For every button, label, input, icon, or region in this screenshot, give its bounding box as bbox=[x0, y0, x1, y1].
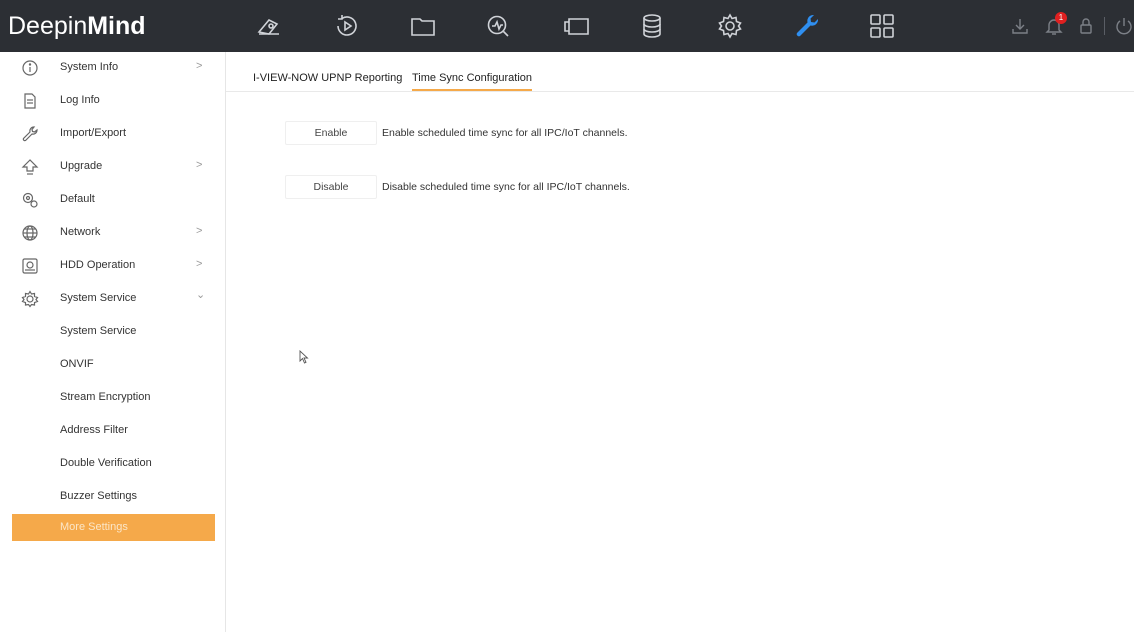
chevron-right-icon: > bbox=[196, 60, 203, 72]
download-icon[interactable] bbox=[1010, 16, 1030, 36]
grid-icon[interactable] bbox=[868, 12, 896, 40]
sidebar-subitem-more-settings[interactable]: More Settings bbox=[12, 514, 215, 541]
log-icon bbox=[21, 92, 39, 110]
hdd-icon bbox=[21, 257, 39, 275]
sidebar-subitem-label: Buzzer Settings bbox=[60, 490, 138, 502]
alarm-count-badge: 1 bbox=[1055, 12, 1067, 24]
tab-time-sync-configuration[interactable]: Time Sync Configuration bbox=[412, 72, 533, 91]
lock-icon[interactable] bbox=[1076, 16, 1096, 36]
sidebar-item-label: Log Info bbox=[60, 94, 100, 106]
enable-button[interactable]: Enable bbox=[285, 121, 377, 145]
sidebar-item-label: Network bbox=[60, 226, 101, 238]
sidebar-item-label: Import/Export bbox=[60, 127, 127, 139]
disable-description: Disable scheduled time sync for all IPC/… bbox=[382, 181, 630, 193]
system-service-icon bbox=[21, 290, 39, 308]
sidebar-item-hdd-operation[interactable]: HDD Operation > bbox=[0, 250, 226, 283]
sidebar-subitem-system-service[interactable]: System Service bbox=[0, 316, 226, 349]
sidebar-subitem-label: More Settings bbox=[60, 521, 128, 533]
maintenance-wrench-icon[interactable] bbox=[793, 12, 821, 40]
enable-description: Enable scheduled time sync for all IPC/I… bbox=[382, 127, 628, 139]
tab-bar: I-VIEW-NOW UPNP Reporting Time Sync Conf… bbox=[226, 52, 1134, 92]
sidebar-item-log-info[interactable]: Log Info bbox=[0, 85, 226, 118]
sidebar-item-label: HDD Operation bbox=[60, 259, 136, 271]
power-icon[interactable] bbox=[1114, 16, 1134, 36]
live-view-icon[interactable] bbox=[255, 12, 283, 40]
sidebar-item-network[interactable]: Network > bbox=[0, 217, 226, 250]
chevron-right-icon: > bbox=[196, 258, 203, 270]
sidebar-subitem-label: Stream Encryption bbox=[60, 391, 151, 403]
wrench-icon bbox=[21, 125, 39, 143]
smart-analysis-icon[interactable] bbox=[484, 12, 512, 40]
sidebar-item-system-info[interactable]: System Info > bbox=[0, 52, 226, 85]
sidebar-item-label: Default bbox=[60, 193, 95, 205]
sidebar-subitem-label: ONVIF bbox=[60, 358, 94, 370]
topbar-divider bbox=[1104, 17, 1105, 35]
sidebar-subitem-label: Address Filter bbox=[60, 424, 128, 436]
sidebar-item-default[interactable]: Default bbox=[0, 184, 226, 217]
file-icon[interactable] bbox=[409, 12, 437, 40]
sidebar-subitem-buzzer-settings[interactable]: Buzzer Settings bbox=[0, 481, 226, 514]
top-bar: DeepinMind 1 bbox=[0, 0, 1134, 52]
playback-icon[interactable] bbox=[333, 12, 361, 40]
app-logo: DeepinMind bbox=[8, 9, 146, 43]
disable-button[interactable]: Disable bbox=[285, 175, 377, 199]
sidebar-item-system-service[interactable]: System Service ⌄ bbox=[0, 283, 226, 316]
sidebar-item-import-export[interactable]: Import/Export bbox=[0, 118, 226, 151]
sidebar-subitem-label: Double Verification bbox=[60, 457, 152, 469]
chevron-right-icon: > bbox=[196, 225, 203, 237]
sidebar-item-label: System Info bbox=[60, 61, 119, 73]
logo-part1: Deepin bbox=[8, 12, 88, 40]
sidebar-subitem-double-verification[interactable]: Double Verification bbox=[0, 448, 226, 481]
chevron-right-icon: > bbox=[196, 159, 203, 171]
sidebar-item-upgrade[interactable]: Upgrade > bbox=[0, 151, 226, 184]
settings-gear-icon[interactable] bbox=[716, 12, 744, 40]
info-icon bbox=[21, 59, 39, 77]
tab-iviewnow-upnp-reporting[interactable]: I-VIEW-NOW UPNP Reporting bbox=[253, 72, 402, 89]
globe-icon bbox=[21, 224, 39, 242]
logo-part2: Mind bbox=[87, 12, 146, 40]
chevron-down-icon: ⌄ bbox=[196, 289, 206, 301]
mouse-cursor-icon bbox=[299, 349, 309, 364]
upgrade-arrow-icon bbox=[21, 158, 39, 176]
default-gears-icon bbox=[21, 191, 39, 209]
sidebar-subitem-stream-encryption[interactable]: Stream Encryption bbox=[0, 382, 226, 415]
sidebar: System Info > Log Info Import/Export Upg… bbox=[0, 52, 226, 632]
sidebar-subitem-onvif[interactable]: ONVIF bbox=[0, 349, 226, 382]
sidebar-subitem-address-filter[interactable]: Address Filter bbox=[0, 415, 226, 448]
sidebar-item-label: Upgrade bbox=[60, 160, 103, 172]
storage-icon[interactable] bbox=[638, 12, 666, 40]
sidebar-item-label: System Service bbox=[60, 292, 137, 304]
channel-icon[interactable] bbox=[562, 12, 590, 40]
sidebar-subitem-label: System Service bbox=[60, 325, 137, 337]
